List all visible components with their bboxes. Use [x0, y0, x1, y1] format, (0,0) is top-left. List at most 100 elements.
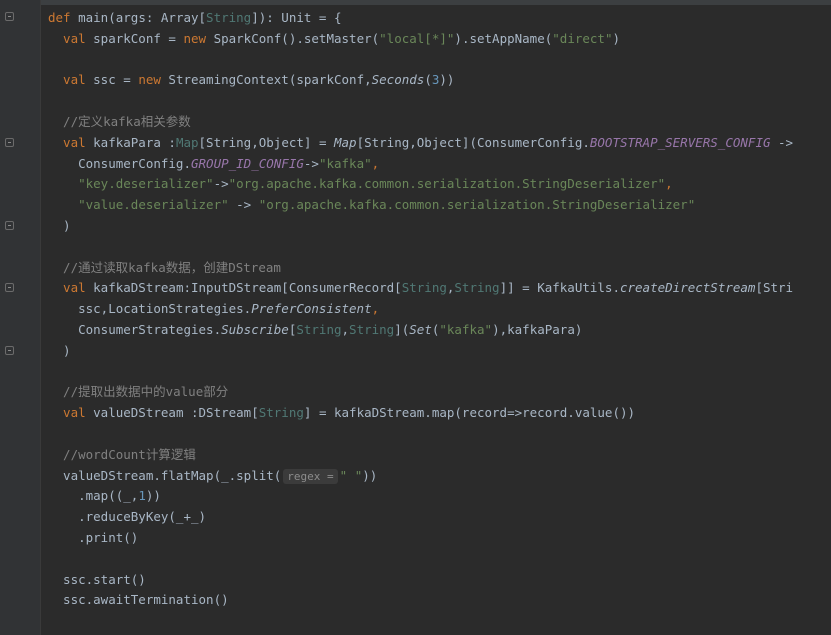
code-line: ConsumerConfig.GROUP_ID_CONFIG->"kafka",: [48, 154, 831, 175]
code-line: ConsumerStrategies.Subscribe[String,Stri…: [48, 320, 831, 341]
token: ->: [228, 197, 259, 213]
token: "kafka": [318, 155, 372, 171]
code-line: val kafkaDStream:InputDStream[ConsumerRe…: [48, 278, 831, 299]
token: Subscribe: [221, 321, 289, 337]
code-line: ): [48, 216, 831, 237]
token: String: [296, 321, 342, 337]
code-comment: //通过读取kafka数据，创建DStream: [48, 258, 831, 279]
code-line: def main(args: Array[String]): Unit = {: [48, 8, 831, 29]
token: )): [362, 467, 378, 483]
token: kafkaPara :: [93, 134, 176, 150]
code-line: .print(): [48, 528, 831, 549]
fold-marker-kafkadstream-end[interactable]: [5, 346, 14, 355]
token: ): [48, 217, 71, 233]
code-line: val ssc = new StreamingContext(sparkConf…: [48, 70, 831, 91]
code-line: val kafkaPara :Map[String,Object] = Map[…: [48, 133, 831, 154]
token: )): [439, 72, 455, 88]
token: String: [206, 10, 252, 25]
token: val: [48, 30, 94, 46]
code-line: val valueDStream :DStream[String] = kafk…: [48, 403, 831, 424]
code-line: valueDStream.flatMap(_.split(regex = " ")…: [48, 466, 831, 487]
token: StreamingContext(sparkConf,: [168, 72, 372, 88]
token: //提取出数据中的value部分: [48, 384, 229, 400]
token: ssc,LocationStrategies.: [48, 301, 252, 317]
token: ->: [213, 176, 229, 192]
code-line: ): [48, 341, 831, 362]
token: sparkConf =: [93, 30, 184, 46]
token: ,: [665, 176, 673, 192]
code-line: ssc.awaitTermination(): [48, 590, 831, 611]
token: .reduceByKey(_+_): [48, 509, 207, 525]
token: GROUP_ID_CONFIG: [191, 155, 304, 171]
token: createDirectStream: [619, 280, 756, 296]
token: .map((_,: [48, 488, 139, 504]
token: valueDStream.flatMap(_.split(: [48, 467, 282, 483]
fold-marker-kafkadstream[interactable]: [5, 283, 14, 292]
token: "org.apache.kafka.common.serialization.S…: [228, 176, 666, 192]
token: ,: [371, 155, 380, 171]
fold-marker-kafkapara[interactable]: [5, 138, 14, 147]
editor-gutter: [0, 0, 41, 635]
code-line: ssc,LocationStrategies.PreferConsistent,: [48, 299, 831, 320]
fold-marker-main[interactable]: [5, 12, 14, 21]
token: 1: [138, 488, 146, 504]
parameter-hint: regex =: [283, 468, 338, 484]
token: BOOTSTRAP_SERVERS_CONFIG: [589, 134, 771, 150]
token: Set: [409, 321, 432, 337]
token: val: [48, 134, 94, 150]
token: "value.deserializer": [78, 197, 229, 213]
token: ConsumerConfig.: [48, 155, 191, 171]
token: ).setAppName(: [454, 30, 553, 46]
code-comment: //wordCount计算逻辑: [48, 445, 831, 466]
token: ),kafkaPara): [492, 321, 583, 337]
code-line: "key.deserializer"->"org.apache.kafka.co…: [48, 174, 831, 195]
token: kafkaDStream:InputDStream[ConsumerRecord…: [93, 280, 402, 296]
token: new: [138, 72, 169, 88]
token: ssc.awaitTermination(): [48, 592, 229, 608]
token: val: [48, 72, 94, 88]
token: (: [424, 72, 432, 88]
token: "key.deserializer": [78, 176, 214, 192]
token: String: [454, 280, 500, 296]
token: ](: [394, 321, 410, 337]
code-comment: //定义kafka相关参数: [48, 112, 831, 133]
token: [String,Object](ConsumerConfig.: [356, 134, 590, 150]
token: PreferConsistent: [251, 301, 372, 317]
token: ,: [371, 301, 380, 317]
token: [Stri: [755, 280, 794, 296]
token: "direct": [552, 30, 613, 46]
code-editor[interactable]: def main(args: Array[String]): Unit = { …: [0, 0, 831, 635]
code-line: .map((_,1)): [48, 486, 831, 507]
token: "org.apache.kafka.common.serialization.S…: [258, 197, 696, 213]
token: ,: [341, 321, 350, 337]
token: ]] = KafkaUtils.: [499, 280, 620, 296]
fold-marker-kafkapara-end[interactable]: [5, 221, 14, 230]
token: new: [183, 30, 214, 46]
code-area[interactable]: def main(args: Array[String]): Unit = { …: [48, 8, 831, 611]
token: ssc.start(): [48, 571, 146, 587]
token: .print(): [48, 529, 139, 545]
token: )): [145, 488, 161, 504]
token: Seconds: [371, 72, 425, 88]
token: ConsumerStrategies.: [48, 321, 222, 337]
token: "kafka": [439, 321, 493, 337]
editor-tab-strip: [0, 0, 831, 5]
code-line: val sparkConf = new SparkConf().setMaste…: [48, 29, 831, 50]
token: [String,Object] =: [198, 134, 334, 150]
token: String: [258, 405, 304, 421]
token: ->: [303, 155, 319, 171]
token: //定义kafka相关参数: [48, 113, 191, 129]
token: String: [401, 280, 447, 296]
token: //通过读取kafka数据，创建DStream: [48, 259, 281, 275]
token: "local[*]": [379, 30, 455, 46]
token: ssc =: [93, 72, 139, 88]
token: ] = kafkaDStream.map(record=>record.valu…: [303, 405, 636, 421]
